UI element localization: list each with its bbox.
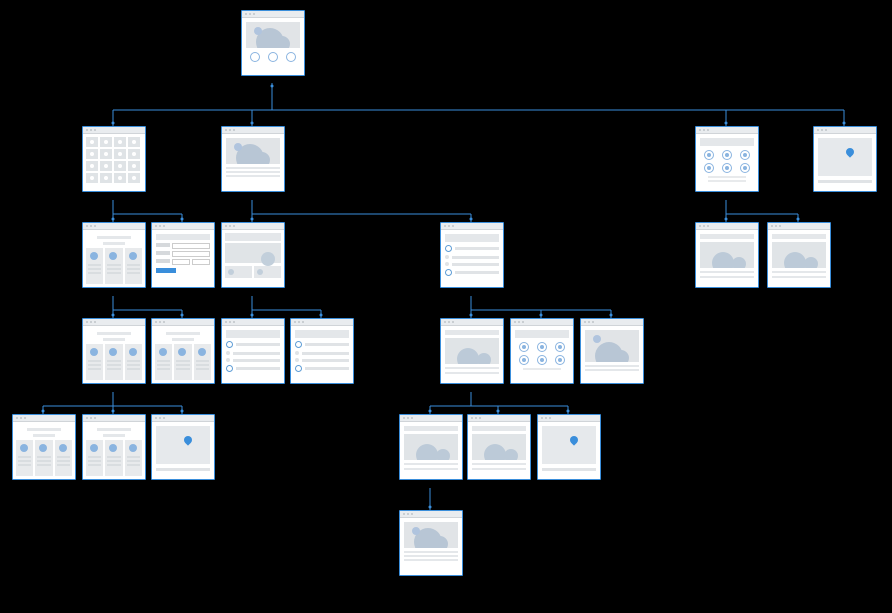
node-rider-info[interactable]: Rider Info <box>399 510 463 576</box>
node-ferry-schedule[interactable]: Ferry Schedule <box>290 318 354 384</box>
node-contact-us[interactable]: Contact us <box>813 126 877 192</box>
node-routes-schedules[interactable]: Routes/Schedules <box>221 126 285 192</box>
node-fare-information[interactable]: Fare Information <box>82 414 146 480</box>
node-travel-information[interactable]: Travel Information <box>440 222 504 288</box>
node-rate-information[interactable]: Rate Information <box>82 222 146 288</box>
node-on-the-ferry[interactable]: On the Ferry <box>580 318 644 384</box>
node-thru-fare[interactable]: Thru Fare <box>151 414 215 480</box>
node-where-to-pay-tickets[interactable]: Where to Pay Tickets <box>12 414 76 480</box>
node-main-menu[interactable]: Main Menu <box>241 10 305 76</box>
node-rider-guide[interactable]: Rider Guide <box>399 414 463 480</box>
node-vehicle-rates[interactable]: Vehicle Rates <box>151 318 215 384</box>
node-hotels[interactable]: Hotels <box>695 222 759 288</box>
node-promotions[interactable]: Promotions <box>695 126 759 192</box>
node-bus-schedule[interactable]: Bus Schedule <box>221 318 285 384</box>
node-maps[interactable]: Maps <box>537 414 601 480</box>
node-bus-ferry-passenger-rate[interactable]: Bus/ Ferry Passenger Rate <box>82 318 146 384</box>
node-schedules[interactable]: Schedules <box>221 222 285 288</box>
node-terminal-information[interactable]: Terminal Information <box>510 318 574 384</box>
node-booking-and-rates[interactable]: Booking and Rates <box>82 126 146 192</box>
node-free-parking-info[interactable]: Free Parking Info <box>467 414 531 480</box>
node-booking[interactable]: Booking <box>151 222 215 288</box>
node-route-information[interactable]: Route Information <box>440 318 504 384</box>
sitemap-diagram: Main Menu Booking and Rates Routes/Sched… <box>0 0 892 613</box>
node-discounts[interactable]: Discounts <box>767 222 831 288</box>
